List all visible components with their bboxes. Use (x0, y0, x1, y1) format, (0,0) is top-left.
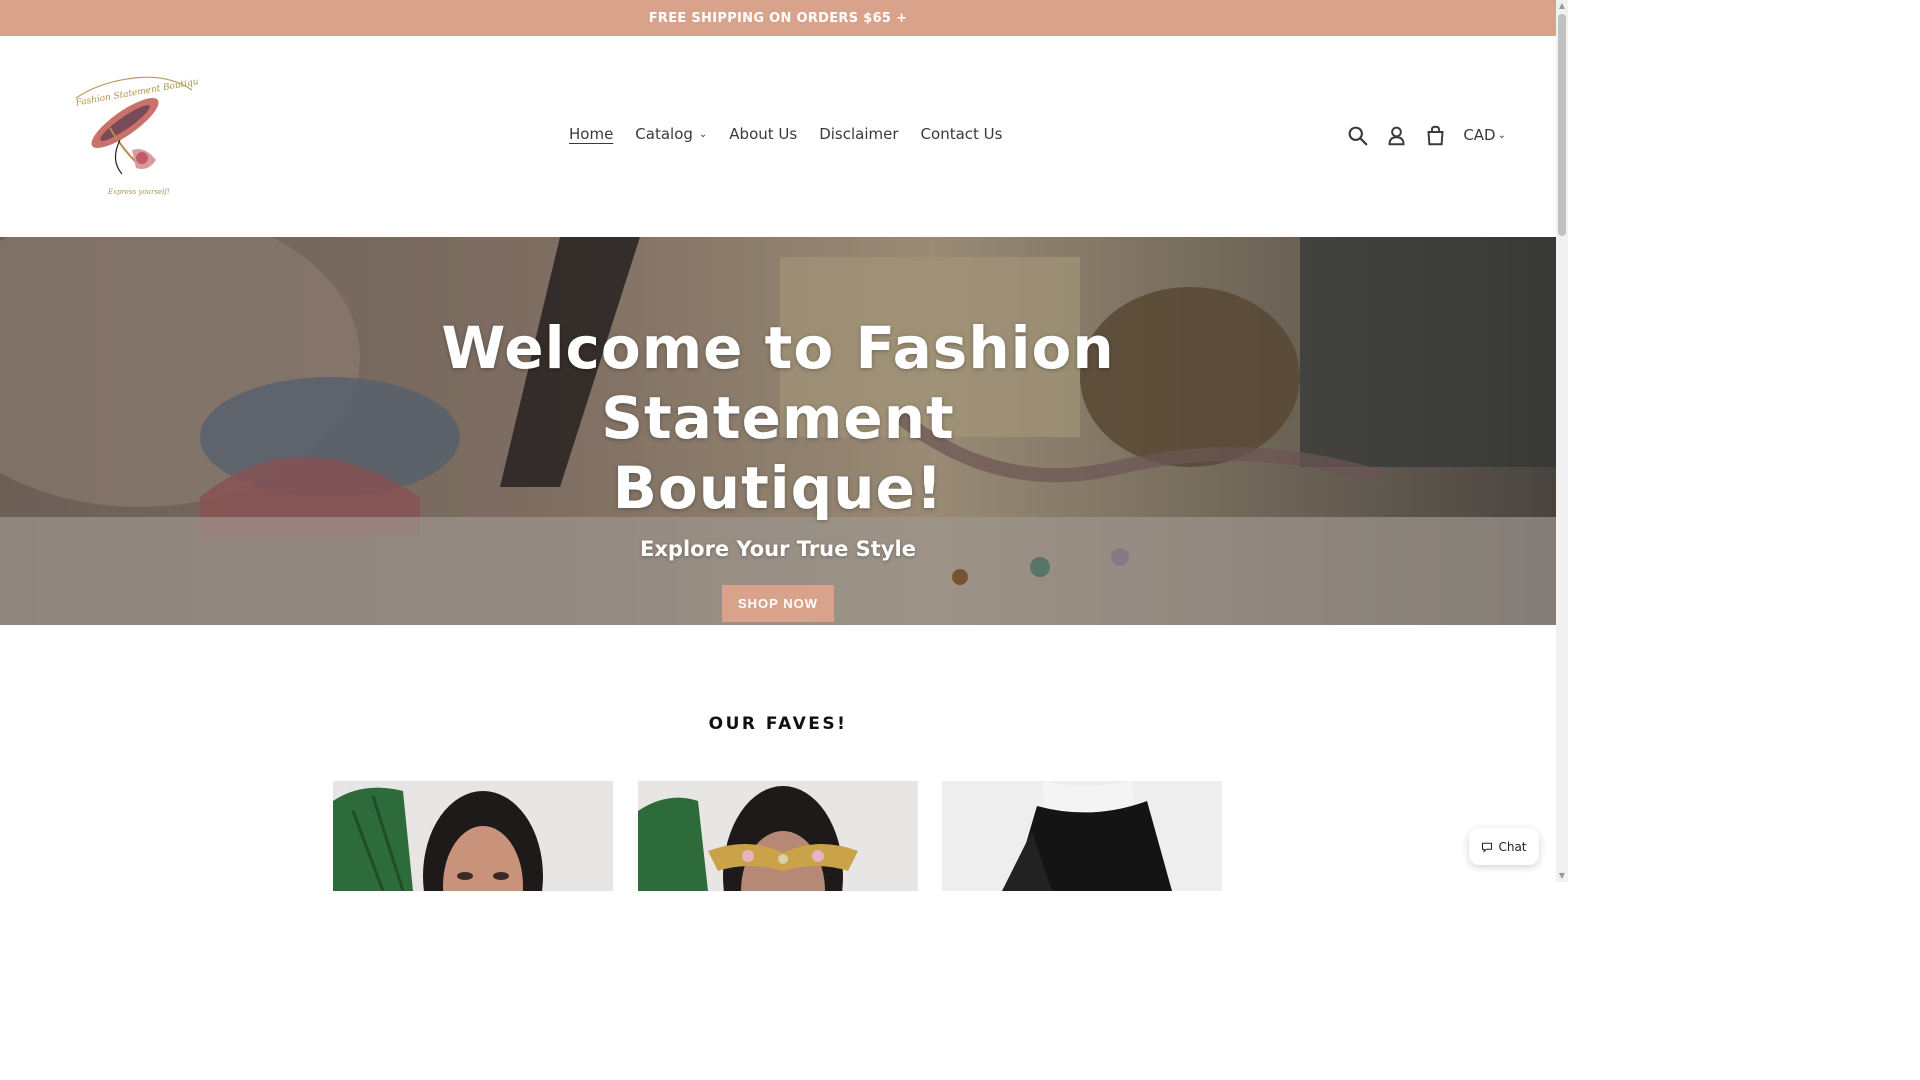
nav-disclaimer-label: Disclaimer (819, 125, 899, 143)
hero-subtitle: Explore Your True Style (640, 537, 916, 561)
nav-catalog[interactable]: Catalog ⌄ (635, 125, 707, 143)
cart-icon[interactable] (1424, 124, 1446, 146)
currency-selector[interactable]: CAD ⌄ (1463, 126, 1506, 144)
logo-image: Fashion Statement Boutique Express yours… (74, 76, 205, 196)
shop-now-button[interactable]: SHOP NOW (722, 585, 834, 622)
page-scrollbar[interactable]: ▲ ▼ (1556, 0, 1568, 882)
nav-home[interactable]: Home (569, 125, 613, 143)
logo-text-bottom: Express yourself! (107, 188, 170, 196)
chat-button[interactable]: Chat (1469, 828, 1539, 865)
nav-contact-us[interactable]: Contact Us (921, 125, 1003, 143)
search-icon[interactable] (1346, 124, 1368, 146)
chat-label: Chat (1498, 839, 1527, 854)
product-card-2[interactable] (638, 781, 918, 891)
scroll-up-icon[interactable]: ▲ (1558, 2, 1566, 10)
nav-contact-us-label: Contact Us (920, 125, 1003, 143)
scrollbar-thumb[interactable] (1558, 14, 1566, 236)
announcement-text: FREE SHIPPING ON ORDERS $65 + (648, 10, 908, 26)
announcement-bar: FREE SHIPPING ON ORDERS $65 + (0, 0, 1556, 36)
site-header: Fashion Statement Boutique Express yours… (0, 36, 1556, 237)
chevron-down-icon: ⌄ (698, 128, 708, 140)
product-image-1 (333, 781, 613, 891)
store-logo[interactable]: Fashion Statement Boutique Express yours… (70, 68, 205, 198)
nav-catalog-label: Catalog (635, 125, 693, 143)
chevron-down-icon: ⌄ (1497, 129, 1506, 141)
scroll-down-icon[interactable]: ▼ (1558, 872, 1566, 880)
hero-content: Welcome to Fashion Statement Boutique! E… (0, 237, 1556, 625)
product-image-3 (942, 781, 1222, 891)
hero-banner: Welcome to Fashion Statement Boutique! E… (0, 237, 1556, 625)
section-title-faves: OUR FAVES! (708, 714, 848, 734)
header-tools: CAD ⌄ (1346, 124, 1506, 146)
nav-about-us[interactable]: About Us (729, 125, 797, 143)
currency-value: CAD (1463, 126, 1496, 144)
account-icon[interactable] (1385, 124, 1407, 146)
main-nav: Home Catalog ⌄ About Us Disclaimer Contac… (569, 125, 1024, 143)
nav-home-label: Home (569, 125, 614, 143)
product-image-2 (638, 781, 918, 891)
nav-about-us-label: About Us (729, 125, 798, 143)
nav-disclaimer[interactable]: Disclaimer (819, 125, 898, 143)
product-card-3[interactable] (942, 781, 1222, 891)
hero-title: Welcome to Fashion Statement Boutique! (441, 314, 1115, 522)
product-card-1[interactable] (333, 781, 613, 891)
chat-bubble-icon (1482, 842, 1493, 853)
